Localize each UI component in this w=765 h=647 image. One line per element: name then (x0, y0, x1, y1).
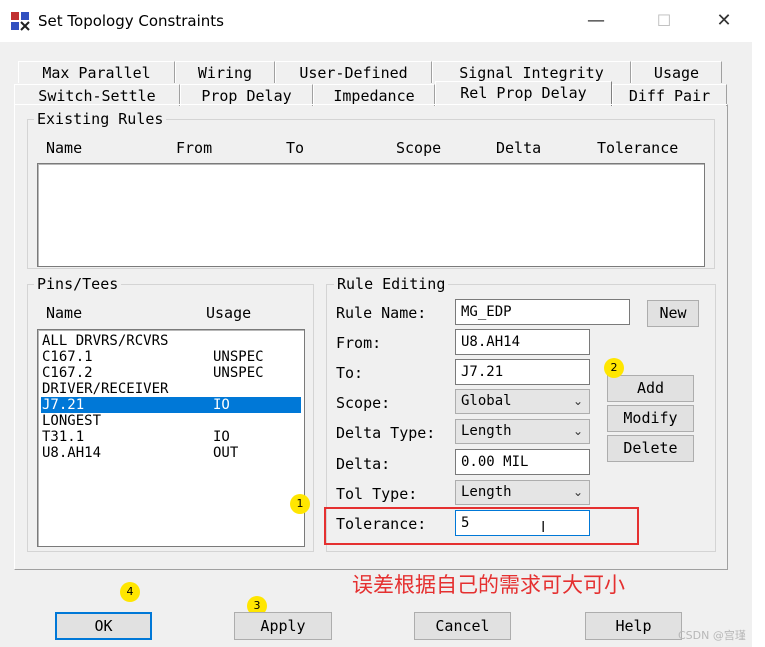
window-title: Set Topology Constraints (38, 12, 224, 30)
new-button[interactable]: New (647, 300, 699, 327)
step-badge-4: 4 (120, 582, 140, 602)
tab-rel-prop-delay[interactable]: Rel Prop Delay (435, 81, 612, 106)
help-button[interactable]: Help (585, 612, 682, 640)
chevron-down-icon: ⌄ (572, 394, 583, 408)
scope-label: Scope: (336, 394, 391, 412)
col-name-header[interactable]: Name (46, 139, 82, 157)
col-scope-header[interactable]: Scope (396, 139, 441, 157)
col-delta-header[interactable]: Delta (496, 139, 541, 157)
annotation-note: 误差根据自己的需求可大可小 (352, 573, 625, 597)
ok-button[interactable]: OK (55, 612, 152, 640)
tab-switch-settle[interactable]: Switch-Settle (14, 84, 180, 106)
list-item-name: ALL DRVRS/RCVRS (42, 333, 169, 349)
list-item-usage: UNSPEC (213, 365, 264, 381)
tab-impedance[interactable]: Impedance (313, 84, 435, 106)
maximize-button[interactable]: ☐ (644, 8, 684, 34)
list-item-selected[interactable]: J7.21 IO (41, 397, 301, 413)
list-item[interactable]: U8.AH14 OUT (42, 445, 238, 461)
tol-type-label: Tol Type: (336, 485, 418, 503)
list-item[interactable]: ALL DRVRS/RCVRS (42, 333, 168, 349)
from-label: From: (336, 334, 382, 352)
list-item-name: DRIVER/RECEIVER (42, 381, 169, 397)
tab-diff-pair[interactable]: Diff Pair (612, 84, 727, 106)
cancel-button[interactable]: Cancel (414, 612, 511, 640)
list-item-name: T31.1 (42, 429, 85, 445)
tab-usage[interactable]: Usage (631, 61, 722, 83)
tol-type-value: Length (461, 484, 512, 500)
delete-button[interactable]: Delete (607, 435, 694, 462)
rule-name-input[interactable]: MG_EDP (455, 299, 630, 325)
col-tolerance-header[interactable]: Tolerance (597, 139, 678, 157)
minimize-button[interactable]: — (576, 8, 616, 34)
list-item-usage: IO (213, 429, 230, 445)
chevron-down-icon: ⌄ (572, 485, 583, 499)
list-item[interactable]: LONGEST (42, 413, 101, 429)
tol-type-select[interactable]: Length ⌄ (455, 480, 590, 505)
highlight-box (324, 507, 639, 545)
delta-type-value: Length (461, 423, 512, 439)
list-item-usage: OUT (213, 445, 239, 461)
watermark: CSDN @宫瑾 (678, 629, 746, 642)
tab-signal-integrity[interactable]: Signal Integrity (432, 61, 631, 83)
list-item[interactable]: C167.1 UNSPEC (42, 349, 264, 365)
list-item-name: J7.21 (42, 397, 85, 413)
close-button[interactable]: ✕ (704, 8, 744, 34)
pins-col-name: Name (46, 304, 83, 322)
scope-value: Global (461, 393, 512, 409)
col-from-header[interactable]: From (176, 139, 212, 157)
step-badge-1: 1 (290, 494, 310, 514)
chevron-down-icon: ⌄ (572, 424, 583, 438)
tab-user-defined[interactable]: User-Defined (275, 61, 432, 83)
list-item-usage: UNSPEC (213, 349, 264, 365)
list-item-name: C167.1 (42, 349, 93, 365)
delta-type-select[interactable]: Length ⌄ (455, 419, 590, 444)
delta-label: Delta: (336, 455, 391, 473)
apply-button[interactable]: Apply (234, 612, 332, 640)
tab-wiring[interactable]: Wiring (175, 61, 275, 83)
existing-rules-list[interactable] (37, 163, 705, 267)
list-item[interactable]: C167.2 UNSPEC (42, 365, 264, 381)
add-button[interactable]: Add (607, 375, 694, 402)
step-badge-2: 2 (604, 358, 624, 378)
rule-editing-legend: Rule Editing (334, 275, 449, 293)
modify-button[interactable]: Modify (607, 405, 694, 432)
app-icon (11, 12, 30, 31)
pins-tees-list[interactable]: ALL DRVRS/RCVRS C167.1 UNSPEC C167.2 UNSPE… (37, 329, 305, 547)
delta-type-label: Delta Type: (336, 424, 436, 442)
delta-input[interactable]: 0.00 MIL (455, 449, 590, 475)
tab-prop-delay[interactable]: Prop Delay (180, 84, 313, 106)
list-item-name: U8.AH14 (42, 445, 102, 461)
scope-select[interactable]: Global ⌄ (455, 389, 590, 414)
to-input[interactable]: J7.21 (455, 359, 590, 385)
rule-name-label: Rule Name: (336, 304, 427, 322)
pins-tees-legend: Pins/Tees (34, 275, 122, 293)
from-input[interactable]: U8.AH14 (455, 329, 590, 355)
list-item-name: C167.2 (42, 365, 93, 381)
window-edge (752, 42, 765, 647)
list-item-usage: IO (213, 397, 230, 413)
list-item[interactable]: T31.1 IO (42, 429, 230, 445)
list-item[interactable]: DRIVER/RECEIVER (42, 381, 168, 397)
tab-max-parallel[interactable]: Max Parallel (18, 61, 175, 83)
pins-col-usage: Usage (206, 304, 252, 322)
existing-rules-legend: Existing Rules (34, 110, 167, 128)
to-label: To: (336, 364, 364, 382)
list-item-name: LONGEST (42, 413, 102, 429)
col-to-header[interactable]: To (286, 139, 304, 157)
